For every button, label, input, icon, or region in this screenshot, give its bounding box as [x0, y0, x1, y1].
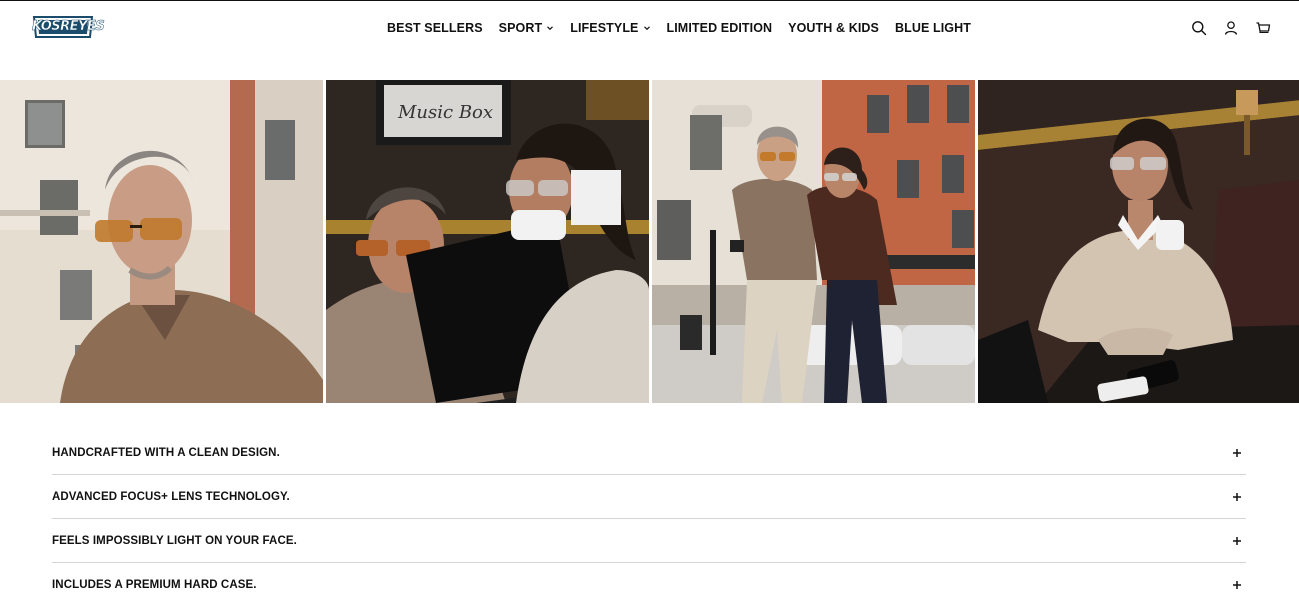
- accordion-label: HANDCRAFTED WITH A CLEAN DESIGN.: [52, 446, 280, 459]
- accordion-label: FEELS IMPOSSIBLY LIGHT ON YOUR FACE.: [52, 534, 297, 547]
- nav-limited-edition[interactable]: LIMITED EDITION: [667, 21, 773, 35]
- plus-icon[interactable]: [1232, 448, 1242, 458]
- nav-sport[interactable]: SPORT: [499, 21, 555, 35]
- main-nav: BEST SELLERS SPORT LIFESTYLE LIMITED EDI…: [387, 19, 971, 37]
- nav-label: YOUTH & KIDS: [788, 21, 879, 35]
- accordion-item[interactable]: ADVANCED FOCUS+ LENS TECHNOLOGY.: [52, 475, 1246, 519]
- nav-label: SPORT: [498, 21, 543, 35]
- accordion-item[interactable]: INCLUDES A PREMIUM HARD CASE.: [52, 563, 1246, 606]
- chevron-down-icon: [643, 26, 650, 31]
- nav-label: LIMITED EDITION: [666, 21, 773, 35]
- site-header: KOSREYES BEST SELLERS SPORT LIFESTYLE LI…: [0, 1, 1299, 53]
- header-actions: [1190, 19, 1272, 37]
- feature-accordion: HANDCRAFTED WITH A CLEAN DESIGN. ADVANCE…: [52, 431, 1246, 606]
- photo-couple-walking-street[interactable]: [652, 80, 975, 403]
- cart-icon[interactable]: [1254, 19, 1272, 37]
- logo-text: KOSREYES: [32, 19, 105, 35]
- nav-label: BEST SELLERS: [387, 21, 483, 35]
- nav-lifestyle[interactable]: LIFESTYLE: [570, 21, 650, 35]
- nav-label: LIFESTYLE: [570, 21, 639, 35]
- nav-youth-kids[interactable]: YOUTH & KIDS: [788, 21, 879, 35]
- chevron-down-icon: [547, 26, 554, 31]
- nav-label: BLUE LIGHT: [894, 21, 971, 35]
- plus-icon[interactable]: [1232, 536, 1242, 546]
- photo-couple-laptop-cafe[interactable]: Music Box: [326, 80, 649, 403]
- plus-icon[interactable]: [1232, 492, 1242, 502]
- account-icon[interactable]: [1222, 19, 1240, 37]
- nav-blue-light[interactable]: BLUE LIGHT: [895, 21, 971, 35]
- lifestyle-gallery: Music Box: [0, 80, 1299, 403]
- accordion-item[interactable]: FEELS IMPOSSIBLY LIGHT ON YOUR FACE.: [52, 519, 1246, 563]
- svg-text:Music Box: Music Box: [397, 102, 493, 123]
- photo-woman-sweater-table[interactable]: [978, 80, 1299, 403]
- photo-man-amber-sunglasses[interactable]: [0, 80, 323, 403]
- accordion-label: ADVANCED FOCUS+ LENS TECHNOLOGY.: [52, 490, 290, 503]
- accordion-label: INCLUDES A PREMIUM HARD CASE.: [52, 578, 257, 591]
- search-icon[interactable]: [1190, 19, 1208, 37]
- plus-icon[interactable]: [1232, 580, 1242, 590]
- accordion-item[interactable]: HANDCRAFTED WITH A CLEAN DESIGN.: [52, 431, 1246, 475]
- brand-logo[interactable]: KOSREYES: [32, 14, 105, 40]
- nav-best-sellers[interactable]: BEST SELLERS: [387, 21, 483, 35]
